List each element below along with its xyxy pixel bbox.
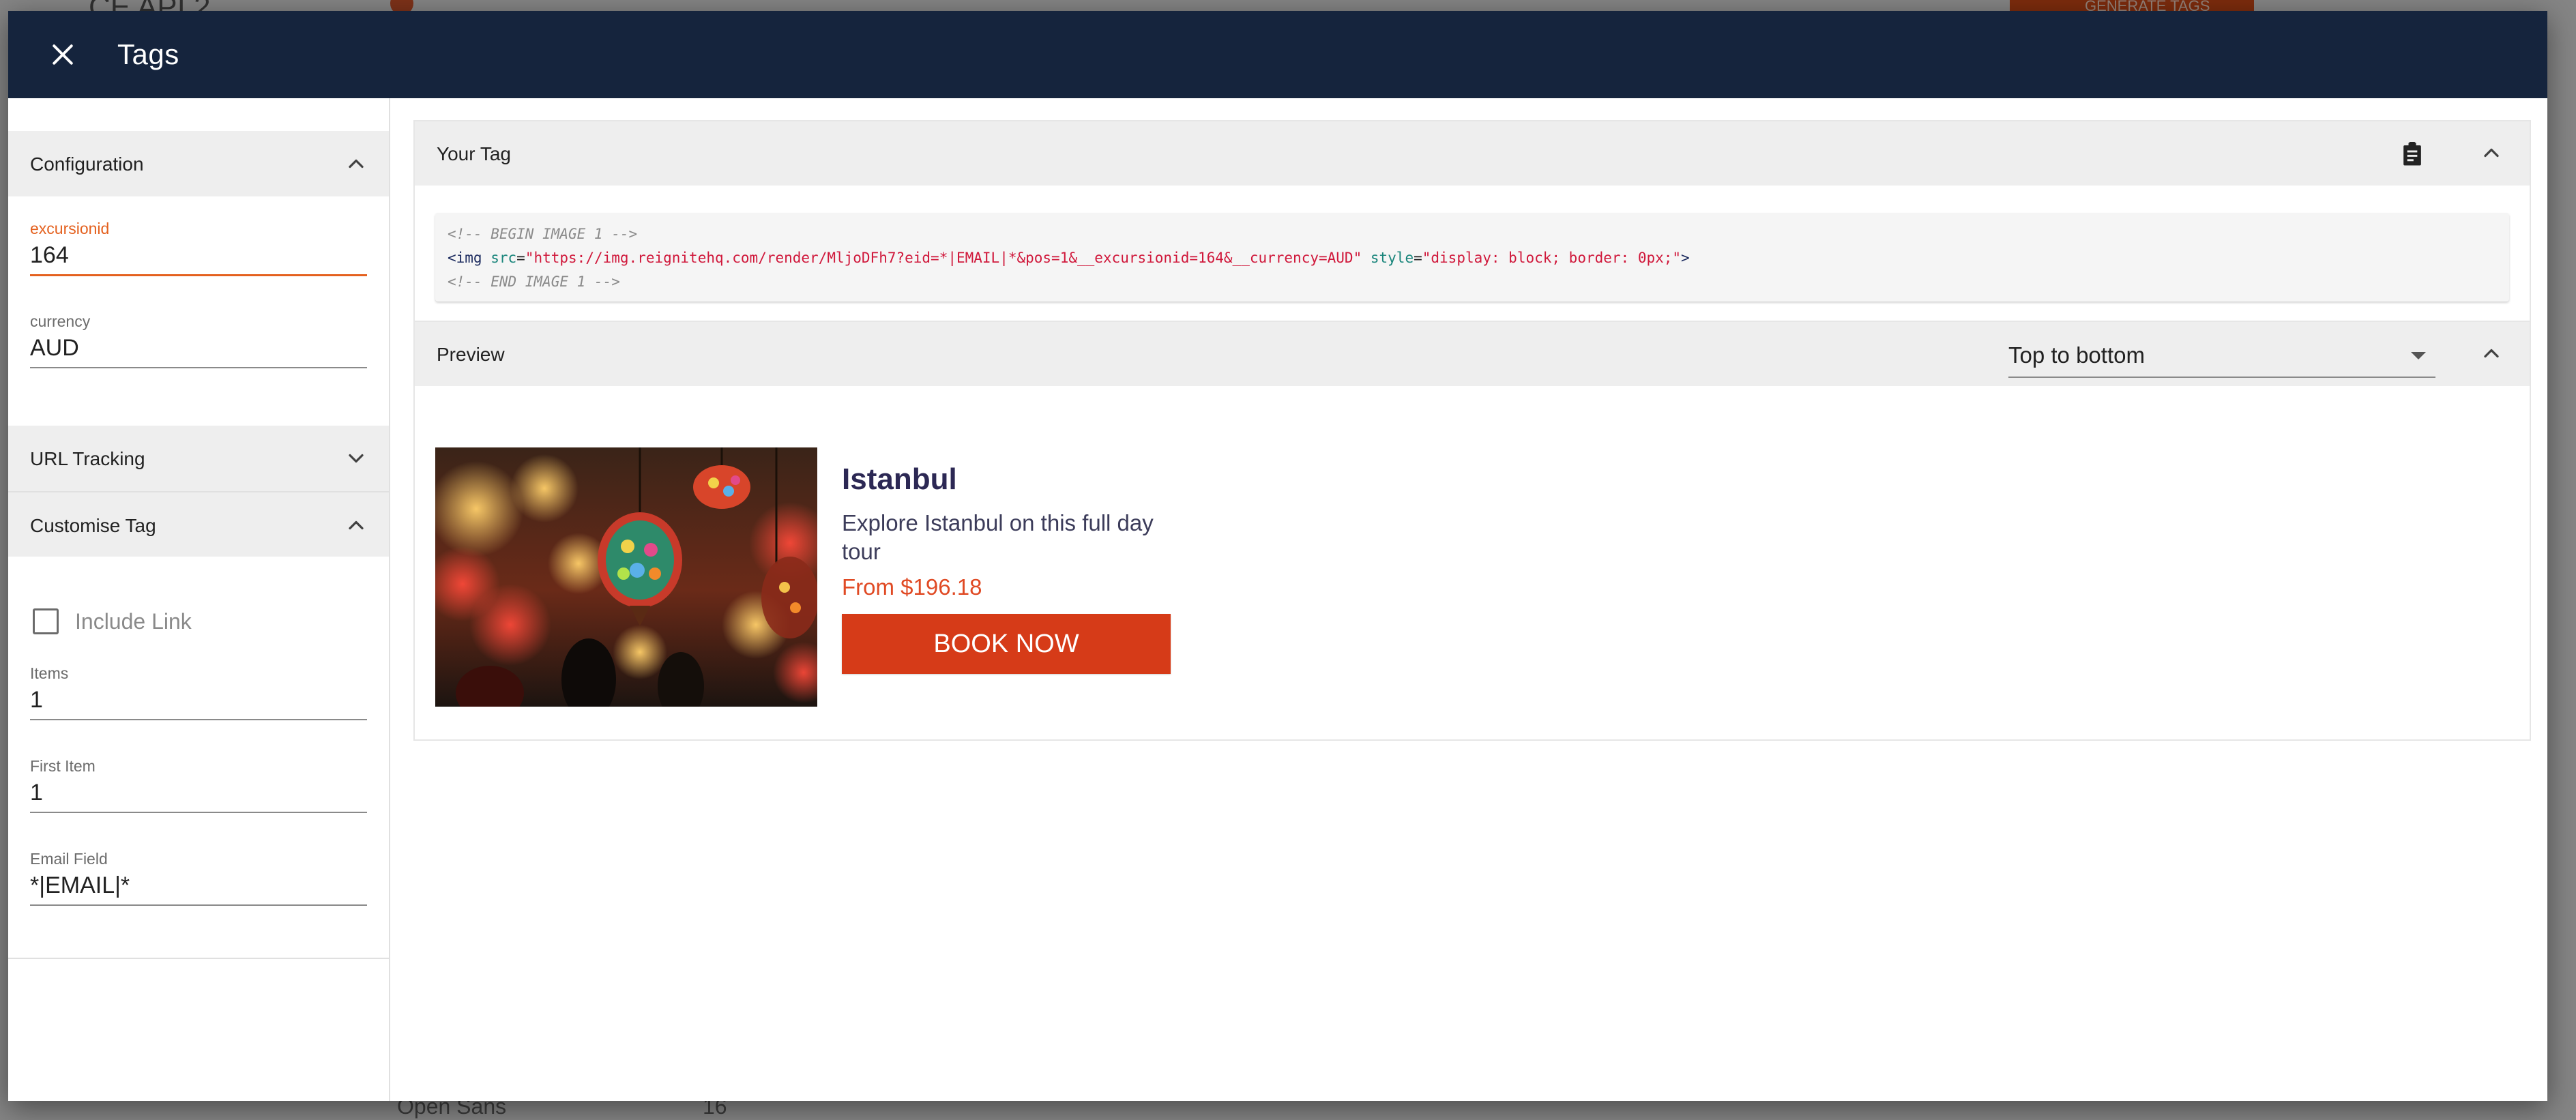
email-field-input[interactable] [30,868,367,906]
first-item-field: First Item [30,757,367,813]
book-now-button[interactable]: BOOK NOW [842,614,1171,674]
code-tag-close: > [1681,250,1690,266]
your-tag-panel: Your Tag <!-- BEGIN IMAGE 1 --> <img src… [413,120,2531,322]
chevron-up-icon [349,159,364,168]
code-style-value: "display: block; border: 0px;" [1422,250,1682,266]
excursionid-label: excursionid [30,220,110,237]
order-select-value: Top to bottom [2008,342,2145,368]
chevron-down-icon [349,454,364,463]
currency-field: currency [30,312,367,368]
first-item-input[interactable] [30,776,367,813]
clipboard-icon[interactable] [2397,139,2427,169]
preview-panel: Preview Top to bottom Istanbul Explore I… [413,322,2531,741]
url-tracking-title: URL Tracking [30,448,145,469]
card-description: Explore Istanbul on this full day tour [842,510,1154,564]
code-begin-comment: <!-- BEGIN IMAGE 1 --> [448,226,638,242]
customise-tag-header[interactable]: Customise Tag [8,491,389,557]
customise-tag-title: Customise Tag [30,515,156,536]
email-field-label: Email Field [30,850,108,868]
first-item-label: First Item [30,757,96,775]
chevron-up-icon [2484,349,2499,358]
istanbul-lanterns-image [435,447,817,707]
code-src-attr: src [491,250,517,266]
tags-dialog: Tags Configuration excursionid currency … [8,11,2547,1101]
preview-header[interactable]: Preview Top to bottom [415,322,2530,386]
code-tag-open: <img [448,250,482,266]
configuration-title: Configuration [30,153,144,175]
code-src-value: "https://img.reignitehq.com/render/MljoD… [525,250,1362,266]
left-panel: Configuration excursionid currency URL T… [8,98,390,1101]
include-link-label: Include Link [75,608,192,634]
your-tag-header[interactable]: Your Tag [415,121,2530,186]
url-tracking-header[interactable]: URL Tracking [8,426,389,491]
items-label: Items [30,664,69,682]
excursionid-input[interactable] [30,238,367,276]
excursionid-field: excursionid [30,220,367,276]
your-tag-title: Your Tag [437,143,511,164]
dialog-title: Tags [117,38,179,70]
chevron-up-icon [349,520,364,530]
close-icon [53,44,73,65]
currency-label: currency [30,312,91,330]
email-field: Email Field [30,850,367,906]
code-end-comment: <!-- END IMAGE 1 --> [448,274,620,290]
close-button[interactable] [41,33,85,76]
card-title: Istanbul [842,462,957,496]
items-input[interactable] [30,683,367,720]
include-link-checkbox[interactable] [33,608,59,634]
currency-input[interactable] [30,331,367,368]
left-panel-divider [8,958,389,959]
tag-code-block[interactable]: <!-- BEGIN IMAGE 1 --> <img src="https:/… [435,213,2509,301]
include-link-checkbox-row[interactable]: Include Link [33,608,192,634]
preview-title: Preview [437,344,505,365]
chevron-up-icon [2484,148,2499,158]
items-field: Items [30,664,367,720]
order-select[interactable]: Top to bottom [2008,341,2435,378]
dropdown-arrow-icon [2411,352,2426,359]
card-price: From $196.18 [842,574,982,600]
configuration-header[interactable]: Configuration [8,131,389,196]
dialog-header: Tags [8,11,2547,98]
code-style-attr: style [1370,250,1414,266]
